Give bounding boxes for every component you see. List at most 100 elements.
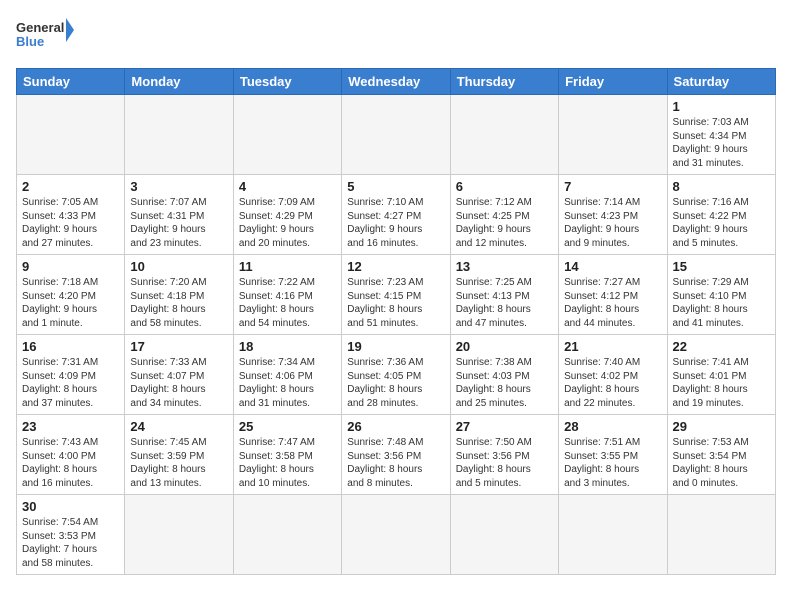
day-info: Sunrise: 7:47 AM Sunset: 3:58 PM Dayligh… bbox=[239, 436, 336, 490]
day-number: 15 bbox=[673, 259, 770, 274]
day-number: 28 bbox=[564, 419, 661, 434]
calendar-cell: 12 Sunrise: 7:23 AM Sunset: 4:15 PM Dayli… bbox=[342, 255, 450, 335]
day-number: 4 bbox=[239, 179, 336, 194]
day-number: 25 bbox=[239, 419, 336, 434]
day-number: 24 bbox=[130, 419, 227, 434]
calendar-week-row: 2 Sunrise: 7:05 AM Sunset: 4:33 PM Daylig… bbox=[17, 175, 776, 255]
day-info: Sunrise: 7:18 AM Sunset: 4:20 PM Dayligh… bbox=[22, 276, 119, 330]
day-info: Sunrise: 7:36 AM Sunset: 4:05 PM Dayligh… bbox=[347, 356, 444, 410]
day-info: Sunrise: 7:03 AM Sunset: 4:34 PM Dayligh… bbox=[673, 116, 770, 170]
calendar-cell: 27 Sunrise: 7:50 AM Sunset: 3:56 PM Dayli… bbox=[450, 415, 558, 495]
calendar-cell: 30Sunrise: 7:54 AM Sunset: 3:53 PM Dayli… bbox=[17, 495, 125, 575]
calendar-cell: 22 Sunrise: 7:41 AM Sunset: 4:01 PM Dayli… bbox=[667, 335, 775, 415]
calendar-cell bbox=[342, 95, 450, 175]
calendar-cell: 28 Sunrise: 7:51 AM Sunset: 3:55 PM Dayli… bbox=[559, 415, 667, 495]
day-info: Sunrise: 7:09 AM Sunset: 4:29 PM Dayligh… bbox=[239, 196, 336, 250]
day-number: 17 bbox=[130, 339, 227, 354]
day-number: 11 bbox=[239, 259, 336, 274]
calendar-cell bbox=[667, 495, 775, 575]
calendar-cell: 21Sunrise: 7:40 AM Sunset: 4:02 PM Dayli… bbox=[559, 335, 667, 415]
day-info: Sunrise: 7:38 AM Sunset: 4:03 PM Dayligh… bbox=[456, 356, 553, 410]
calendar-cell bbox=[559, 495, 667, 575]
day-number: 1 bbox=[673, 99, 770, 114]
calendar-cell: 10 Sunrise: 7:20 AM Sunset: 4:18 PM Dayli… bbox=[125, 255, 233, 335]
svg-text:Blue: Blue bbox=[16, 34, 44, 49]
day-info: Sunrise: 7:10 AM Sunset: 4:27 PM Dayligh… bbox=[347, 196, 444, 250]
day-number: 6 bbox=[456, 179, 553, 194]
day-number: 9 bbox=[22, 259, 119, 274]
day-info: Sunrise: 7:45 AM Sunset: 3:59 PM Dayligh… bbox=[130, 436, 227, 490]
calendar-cell: 24 Sunrise: 7:45 AM Sunset: 3:59 PM Dayli… bbox=[125, 415, 233, 495]
day-number: 7 bbox=[564, 179, 661, 194]
calendar-week-row: 23 Sunrise: 7:43 AM Sunset: 4:00 PM Dayli… bbox=[17, 415, 776, 495]
day-number: 22 bbox=[673, 339, 770, 354]
day-info: Sunrise: 7:48 AM Sunset: 3:56 PM Dayligh… bbox=[347, 436, 444, 490]
day-info: Sunrise: 7:54 AM Sunset: 3:53 PM Dayligh… bbox=[22, 516, 119, 570]
day-info: Sunrise: 7:34 AM Sunset: 4:06 PM Dayligh… bbox=[239, 356, 336, 410]
day-info: Sunrise: 7:25 AM Sunset: 4:13 PM Dayligh… bbox=[456, 276, 553, 330]
calendar-cell: 6 Sunrise: 7:12 AM Sunset: 4:25 PM Daylig… bbox=[450, 175, 558, 255]
day-number: 2 bbox=[22, 179, 119, 194]
day-info: Sunrise: 7:14 AM Sunset: 4:23 PM Dayligh… bbox=[564, 196, 661, 250]
day-number: 16 bbox=[22, 339, 119, 354]
day-info: Sunrise: 7:27 AM Sunset: 4:12 PM Dayligh… bbox=[564, 276, 661, 330]
day-number: 8 bbox=[673, 179, 770, 194]
calendar-cell: 5 Sunrise: 7:10 AM Sunset: 4:27 PM Daylig… bbox=[342, 175, 450, 255]
day-number: 26 bbox=[347, 419, 444, 434]
calendar-cell bbox=[342, 495, 450, 575]
calendar-cell: 9 Sunrise: 7:18 AM Sunset: 4:20 PM Daylig… bbox=[17, 255, 125, 335]
calendar-cell: 23 Sunrise: 7:43 AM Sunset: 4:00 PM Dayli… bbox=[17, 415, 125, 495]
day-number: 19 bbox=[347, 339, 444, 354]
day-info: Sunrise: 7:50 AM Sunset: 3:56 PM Dayligh… bbox=[456, 436, 553, 490]
calendar-cell bbox=[17, 95, 125, 175]
day-number: 21 bbox=[564, 339, 661, 354]
calendar-cell: 14 Sunrise: 7:27 AM Sunset: 4:12 PM Dayli… bbox=[559, 255, 667, 335]
page-header: General Blue bbox=[16, 16, 776, 60]
calendar-cell: 4 Sunrise: 7:09 AM Sunset: 4:29 PM Daylig… bbox=[233, 175, 341, 255]
day-info: Sunrise: 7:43 AM Sunset: 4:00 PM Dayligh… bbox=[22, 436, 119, 490]
calendar-cell: 17Sunrise: 7:33 AM Sunset: 4:07 PM Dayli… bbox=[125, 335, 233, 415]
col-header-tuesday: Tuesday bbox=[233, 69, 341, 95]
calendar-week-row: 16Sunrise: 7:31 AM Sunset: 4:09 PM Dayli… bbox=[17, 335, 776, 415]
day-number: 12 bbox=[347, 259, 444, 274]
day-info: Sunrise: 7:41 AM Sunset: 4:01 PM Dayligh… bbox=[673, 356, 770, 410]
day-info: Sunrise: 7:12 AM Sunset: 4:25 PM Dayligh… bbox=[456, 196, 553, 250]
col-header-saturday: Saturday bbox=[667, 69, 775, 95]
calendar-cell: 18Sunrise: 7:34 AM Sunset: 4:06 PM Dayli… bbox=[233, 335, 341, 415]
calendar-header-row: SundayMondayTuesdayWednesdayThursdayFrid… bbox=[17, 69, 776, 95]
calendar-cell bbox=[125, 95, 233, 175]
calendar-cell: 13Sunrise: 7:25 AM Sunset: 4:13 PM Dayli… bbox=[450, 255, 558, 335]
calendar-cell bbox=[125, 495, 233, 575]
day-number: 27 bbox=[456, 419, 553, 434]
calendar-cell bbox=[233, 95, 341, 175]
calendar-cell bbox=[559, 95, 667, 175]
day-number: 5 bbox=[347, 179, 444, 194]
day-info: Sunrise: 7:51 AM Sunset: 3:55 PM Dayligh… bbox=[564, 436, 661, 490]
day-number: 10 bbox=[130, 259, 227, 274]
day-info: Sunrise: 7:05 AM Sunset: 4:33 PM Dayligh… bbox=[22, 196, 119, 250]
day-number: 23 bbox=[22, 419, 119, 434]
col-header-sunday: Sunday bbox=[17, 69, 125, 95]
calendar-cell: 26 Sunrise: 7:48 AM Sunset: 3:56 PM Dayli… bbox=[342, 415, 450, 495]
calendar-week-row: 1 Sunrise: 7:03 AM Sunset: 4:34 PM Daylig… bbox=[17, 95, 776, 175]
svg-text:General: General bbox=[16, 20, 64, 35]
calendar-week-row: 30Sunrise: 7:54 AM Sunset: 3:53 PM Dayli… bbox=[17, 495, 776, 575]
day-number: 14 bbox=[564, 259, 661, 274]
day-number: 29 bbox=[673, 419, 770, 434]
calendar-cell bbox=[450, 95, 558, 175]
calendar-cell: 11Sunrise: 7:22 AM Sunset: 4:16 PM Dayli… bbox=[233, 255, 341, 335]
day-info: Sunrise: 7:16 AM Sunset: 4:22 PM Dayligh… bbox=[673, 196, 770, 250]
col-header-thursday: Thursday bbox=[450, 69, 558, 95]
calendar-week-row: 9 Sunrise: 7:18 AM Sunset: 4:20 PM Daylig… bbox=[17, 255, 776, 335]
calendar-cell: 25 Sunrise: 7:47 AM Sunset: 3:58 PM Dayli… bbox=[233, 415, 341, 495]
calendar-cell: 7 Sunrise: 7:14 AM Sunset: 4:23 PM Daylig… bbox=[559, 175, 667, 255]
calendar-cell: 20Sunrise: 7:38 AM Sunset: 4:03 PM Dayli… bbox=[450, 335, 558, 415]
calendar-table: SundayMondayTuesdayWednesdayThursdayFrid… bbox=[16, 68, 776, 575]
day-info: Sunrise: 7:23 AM Sunset: 4:15 PM Dayligh… bbox=[347, 276, 444, 330]
calendar-cell: 3Sunrise: 7:07 AM Sunset: 4:31 PM Daylig… bbox=[125, 175, 233, 255]
generalblue-logo: General Blue bbox=[16, 16, 76, 60]
day-info: Sunrise: 7:20 AM Sunset: 4:18 PM Dayligh… bbox=[130, 276, 227, 330]
calendar-cell bbox=[233, 495, 341, 575]
day-info: Sunrise: 7:53 AM Sunset: 3:54 PM Dayligh… bbox=[673, 436, 770, 490]
calendar-cell: 16Sunrise: 7:31 AM Sunset: 4:09 PM Dayli… bbox=[17, 335, 125, 415]
